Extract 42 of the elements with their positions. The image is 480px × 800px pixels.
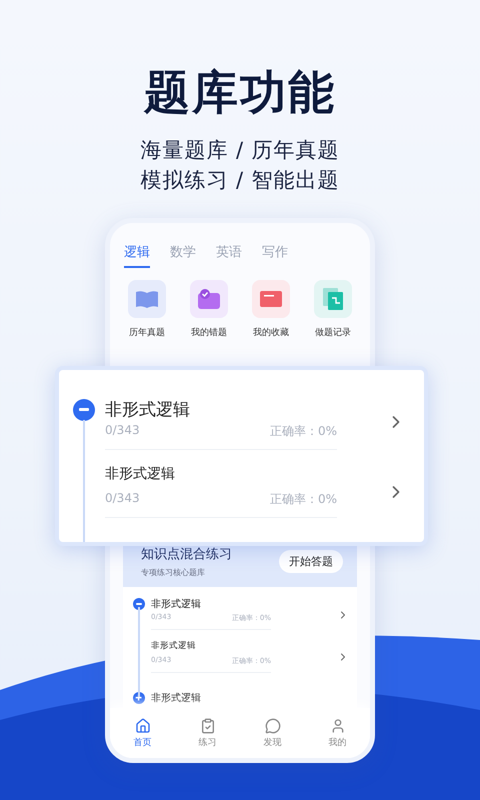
shortcut-tile[interactable] [190, 280, 228, 318]
book-icon [135, 289, 159, 309]
hero-subtitle: 模拟练习 / 智能出题 [140, 167, 340, 194]
subject-tab[interactable]: 英语 [216, 243, 242, 268]
nav-tab[interactable]: 我的 [305, 708, 370, 758]
hero-subtitle: 海量题库 / 历年真题 [140, 137, 340, 164]
accuracy-rate: 正确率：0% [270, 491, 337, 508]
chapter-title: 非形式逻辑 [105, 399, 190, 421]
section-title: 非形式逻辑 [105, 465, 176, 483]
banner-subtitle: 专项练习核心题库 [141, 566, 206, 578]
user-icon [330, 718, 346, 734]
collapse-icon[interactable] [73, 398, 95, 420]
shortcut-tile[interactable] [252, 280, 290, 318]
expand-icon[interactable] [133, 692, 145, 704]
chapter-title: 非形式逻辑 [151, 598, 201, 611]
nav-tab[interactable]: 练习 [175, 708, 240, 758]
shortcut-tile[interactable] [314, 280, 352, 318]
shortcut-label[interactable]: 我的收藏 [253, 326, 289, 339]
document-icon [321, 287, 345, 311]
shortcut-label[interactable]: 我的错题 [191, 326, 227, 339]
subject-tab[interactable]: 逻辑 [124, 243, 150, 268]
chapter-title: 非形式逻辑 [151, 692, 201, 705]
home-icon [134, 718, 150, 734]
nav-tab[interactable]: 发现 [240, 708, 305, 758]
clipboard-check-icon [200, 718, 216, 734]
accuracy-rate: 正确率：0% [270, 423, 337, 440]
chat-bubble-icon [264, 718, 280, 734]
card-icon [259, 289, 283, 309]
progress-count: 0/343 [105, 423, 140, 439]
hero-title: 题库功能 [144, 64, 336, 121]
start-button[interactable]: 开始答题 [279, 550, 343, 572]
shortcut-label[interactable]: 做题记录 [315, 326, 351, 339]
section-title: 非形式逻辑 [151, 640, 197, 652]
subject-tab[interactable]: 写作 [262, 243, 288, 268]
banner-title: 知识点混合练习 [141, 546, 232, 562]
folder-check-icon [197, 288, 221, 310]
collapse-icon[interactable] [133, 598, 145, 610]
nav-tab[interactable]: 首页 [110, 708, 175, 758]
shortcut-tile[interactable] [128, 280, 166, 318]
progress-count: 0/343 [105, 491, 140, 507]
subject-tab[interactable]: 数学 [170, 243, 196, 268]
shortcut-label[interactable]: 历年真题 [129, 326, 165, 339]
